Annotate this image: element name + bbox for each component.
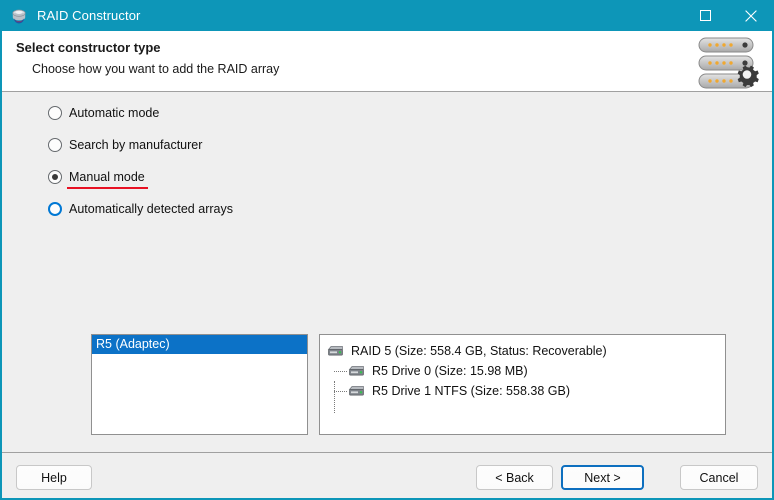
disk-drive-icon bbox=[348, 385, 365, 397]
back-button[interactable]: < Back bbox=[476, 465, 553, 490]
tree-connector bbox=[334, 371, 347, 372]
window-title: RAID Constructor bbox=[37, 8, 141, 23]
raid-constructor-window: RAID Constructor Select constructor type bbox=[0, 0, 774, 500]
radio-manual-mode[interactable]: Manual mode bbox=[48, 168, 148, 189]
raid-constructor-icon bbox=[10, 7, 28, 25]
radio-automatic-mode[interactable]: Automatic mode bbox=[48, 104, 159, 122]
close-icon bbox=[745, 9, 757, 22]
dialog-footer: Help < Back Next > Cancel bbox=[2, 452, 772, 498]
tree-connector bbox=[334, 391, 347, 392]
tree-row-root[interactable]: RAID 5 (Size: 558.4 GB, Status: Recovera… bbox=[320, 341, 725, 361]
radio-label: Automatically detected arrays bbox=[69, 202, 233, 216]
help-button[interactable]: Help bbox=[16, 465, 92, 490]
close-button[interactable] bbox=[728, 0, 772, 31]
next-button[interactable]: Next > bbox=[561, 465, 644, 490]
tree-row-label: R5 Drive 1 NTFS (Size: 558.38 GB) bbox=[372, 384, 570, 398]
maximize-button[interactable] bbox=[682, 0, 728, 31]
radio-label: Search by manufacturer bbox=[69, 138, 203, 152]
page-header: Select constructor type Choose how you w… bbox=[2, 31, 772, 92]
tree-row-child[interactable]: R5 Drive 1 NTFS (Size: 558.38 GB) bbox=[320, 381, 725, 401]
radio-automatically-detected-arrays[interactable]: Automatically detected arrays bbox=[48, 200, 233, 218]
array-list[interactable]: R5 (Adaptec) bbox=[91, 334, 308, 435]
disk-drive-icon bbox=[348, 365, 365, 377]
maximize-icon bbox=[699, 10, 711, 21]
list-item[interactable]: R5 (Adaptec) bbox=[92, 335, 307, 354]
radio-search-by-manufacturer[interactable]: Search by manufacturer bbox=[48, 136, 202, 154]
disk-array-icon bbox=[327, 345, 344, 357]
window-controls bbox=[682, 0, 772, 31]
radio-indicator bbox=[48, 170, 62, 184]
tree-row-label: R5 Drive 0 (Size: 15.98 MB) bbox=[372, 364, 528, 378]
radio-indicator bbox=[48, 138, 62, 152]
page-title: Select constructor type bbox=[16, 40, 161, 55]
cancel-button[interactable]: Cancel bbox=[680, 465, 758, 490]
page-body: Automatic mode Search by manufacturer Ma… bbox=[2, 92, 772, 498]
tree-row-label: RAID 5 (Size: 558.4 GB, Status: Recovera… bbox=[351, 344, 607, 358]
page-subtitle: Choose how you want to add the RAID arra… bbox=[32, 62, 280, 76]
tree-row-child[interactable]: R5 Drive 0 (Size: 15.98 MB) bbox=[320, 361, 725, 413]
radio-label: Manual mode bbox=[67, 170, 148, 189]
raid-servers-gear-icon bbox=[695, 36, 763, 91]
title-bar: RAID Constructor bbox=[2, 0, 772, 31]
radio-label: Automatic mode bbox=[69, 106, 160, 120]
radio-indicator bbox=[48, 202, 62, 216]
array-tree[interactable]: RAID 5 (Size: 558.4 GB, Status: Recovera… bbox=[319, 334, 726, 435]
radio-indicator bbox=[48, 106, 62, 120]
